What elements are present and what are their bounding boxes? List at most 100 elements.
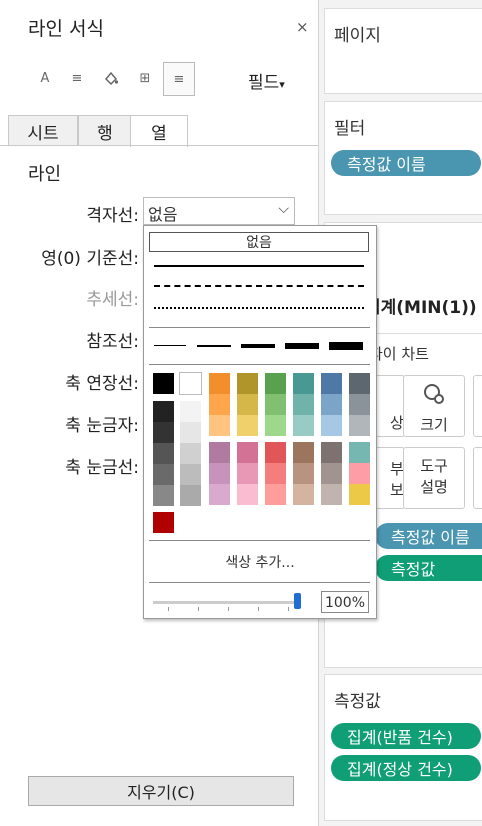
line-style-popup: 없음 색상 추가... 100% <box>143 225 377 619</box>
color-swatch-gray[interactable] <box>153 485 174 506</box>
color-swatch[interactable] <box>237 373 258 394</box>
field-dropdown-label: 필드 <box>248 73 280 93</box>
slider-tick <box>288 607 289 611</box>
color-swatch[interactable] <box>209 442 230 463</box>
color-swatch[interactable] <box>293 484 314 505</box>
color-swatch[interactable] <box>349 442 370 463</box>
clear-button[interactable]: 지우기(C) <box>28 776 294 806</box>
shading-icon[interactable] <box>96 62 126 94</box>
color-swatch[interactable] <box>321 415 342 436</box>
opacity-value-field[interactable]: 100% <box>321 591 369 613</box>
color-swatch[interactable] <box>321 463 342 484</box>
color-swatch[interactable] <box>349 373 370 394</box>
color-swatch[interactable] <box>293 415 314 436</box>
agg-title: 집계(MIN(1)) <box>365 298 477 318</box>
measure-pill-returns[interactable]: 집계(반품 건수) <box>331 723 481 749</box>
axis-tick-lines-label: 축 눈금선: <box>65 458 139 478</box>
color-swatch[interactable] <box>265 463 286 484</box>
marks-type-label[interactable]: 파이 차트 <box>369 343 429 364</box>
tab-rows[interactable]: 행 <box>78 115 132 146</box>
marks-pill-measure-values[interactable]: 측정값 <box>375 555 482 581</box>
trend-lines-label: 추세선: <box>86 290 139 310</box>
color-swatch-black[interactable] <box>153 373 174 394</box>
color-swatch[interactable] <box>293 394 314 415</box>
color-swatch-gray[interactable] <box>153 422 174 443</box>
grid-lines-label: 격자선: <box>86 206 139 226</box>
color-swatch[interactable] <box>293 373 314 394</box>
color-swatch[interactable] <box>265 373 286 394</box>
color-swatch[interactable] <box>265 442 286 463</box>
color-swatch[interactable] <box>237 442 258 463</box>
color-swatch[interactable] <box>209 484 230 505</box>
color-swatch[interactable] <box>321 484 342 505</box>
pages-title: 페이지 <box>334 26 381 46</box>
color-swatch-gray[interactable] <box>180 464 201 485</box>
color-swatch[interactable] <box>209 415 230 436</box>
popup-separator-4 <box>149 582 370 583</box>
color-swatch[interactable] <box>209 394 230 415</box>
color-swatch-gray[interactable] <box>153 464 174 485</box>
color-swatch[interactable] <box>237 415 258 436</box>
grid-lines-select[interactable]: 없음 ⌵ <box>143 197 295 225</box>
marks-size-button[interactable]: 크기 <box>403 375 465 437</box>
tab-divider <box>0 145 318 146</box>
color-swatch[interactable] <box>209 463 230 484</box>
color-swatch[interactable] <box>237 484 258 505</box>
lines-icon[interactable]: ≡ <box>163 62 195 96</box>
opacity-slider-thumb[interactable] <box>293 593 301 609</box>
measure-pill-normal[interactable]: 집계(정상 건수) <box>331 755 481 781</box>
color-swatch[interactable] <box>349 484 370 505</box>
color-swatch-grid <box>144 226 376 536</box>
marks-tooltip-button[interactable]: 도구 설명 <box>403 447 465 509</box>
opacity-slider-track[interactable] <box>153 601 301 604</box>
font-format-icon[interactable]: A <box>30 62 60 94</box>
chevron-down-icon: ⌵ <box>278 201 289 217</box>
color-swatch[interactable] <box>321 442 342 463</box>
color-swatch-gray[interactable] <box>180 401 201 422</box>
color-swatch-gray[interactable] <box>180 485 201 506</box>
marks-color-button[interactable]: 상 <box>375 375 405 437</box>
marks-color-label: 상 <box>390 414 404 432</box>
tab-columns[interactable]: 열 <box>130 115 188 147</box>
close-icon[interactable]: × <box>296 18 309 36</box>
section-lines-heading: 라인 <box>28 164 62 185</box>
filters-card: 필터 측정값 이름 <box>324 101 482 215</box>
color-swatch[interactable] <box>349 415 370 436</box>
filter-pill[interactable]: 측정값 이름 <box>331 150 481 176</box>
field-dropdown[interactable]: 필드▾ <box>248 68 285 93</box>
slider-tick <box>198 607 199 611</box>
color-swatch[interactable] <box>265 415 286 436</box>
color-swatch[interactable] <box>293 442 314 463</box>
color-swatch[interactable] <box>349 463 370 484</box>
marks-label-button[interactable] <box>473 375 482 437</box>
filters-title: 필터 <box>334 119 366 139</box>
color-swatch[interactable] <box>293 463 314 484</box>
color-swatch-gray[interactable] <box>153 401 174 422</box>
marks-pill-measure-names[interactable]: 측정값 이름 <box>375 523 482 549</box>
color-swatch[interactable] <box>321 373 342 394</box>
marks-tooltip-label-1: 도구 <box>420 457 448 475</box>
pages-card: 페이지 <box>324 8 482 94</box>
color-swatch-gray[interactable] <box>180 443 201 464</box>
caret-down-icon: ▾ <box>279 78 285 91</box>
color-swatch[interactable] <box>265 394 286 415</box>
marks-path-button[interactable] <box>473 447 482 509</box>
color-swatch[interactable] <box>349 394 370 415</box>
color-swatch-custom[interactable] <box>153 512 174 533</box>
marks-detail-button[interactable]: 부보 <box>375 447 405 509</box>
slider-tick <box>168 607 169 611</box>
color-swatch[interactable] <box>209 373 230 394</box>
color-swatch[interactable] <box>321 394 342 415</box>
color-swatch[interactable] <box>265 484 286 505</box>
alignment-icon[interactable]: ≡ <box>62 62 92 94</box>
color-swatch[interactable] <box>237 463 258 484</box>
color-swatch-gray[interactable] <box>153 443 174 464</box>
color-swatch-white[interactable] <box>179 372 202 395</box>
color-swatch-gray[interactable] <box>180 422 201 443</box>
color-swatch[interactable] <box>237 394 258 415</box>
tab-sheet[interactable]: 시트 <box>8 115 78 146</box>
reference-lines-label: 참조선: <box>86 332 139 352</box>
add-color-button[interactable]: 색상 추가... <box>144 552 376 572</box>
marks-tooltip-label-2: 설명 <box>420 478 448 496</box>
borders-icon[interactable]: ⊞ <box>130 62 160 94</box>
